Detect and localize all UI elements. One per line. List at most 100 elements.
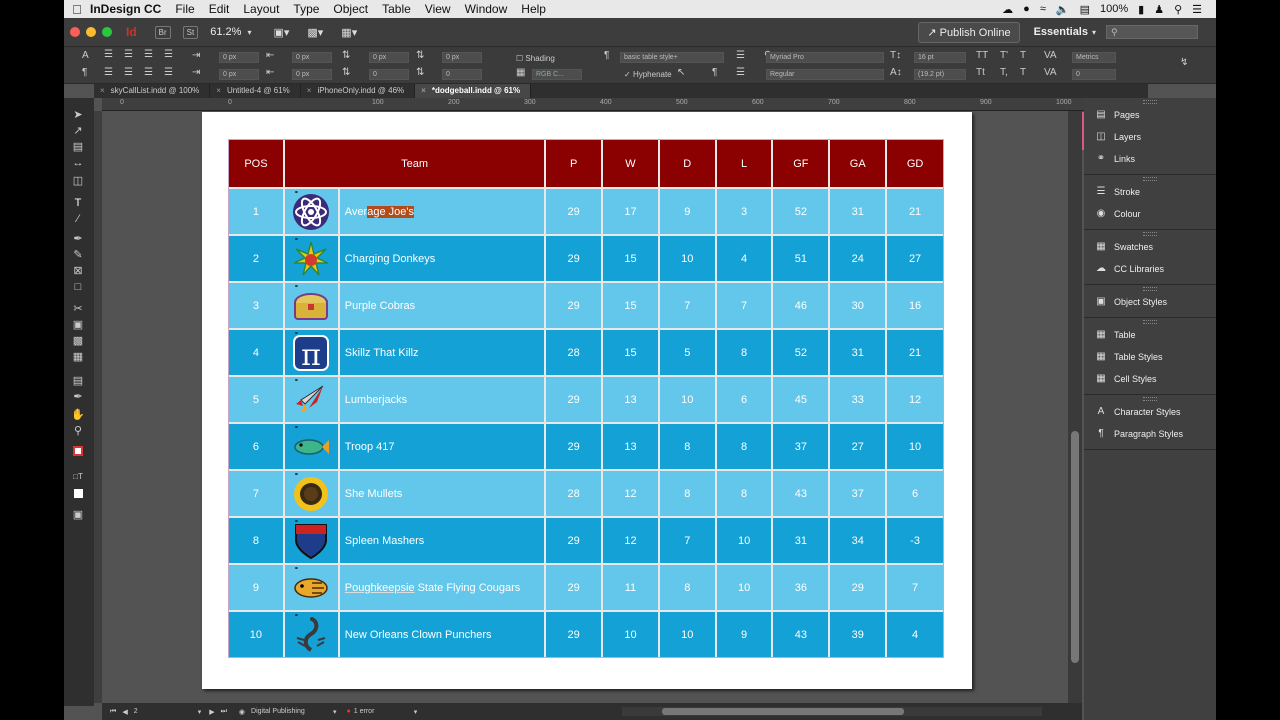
paragraph-style-select[interactable]: basic table style+ xyxy=(620,52,724,63)
cell-ga[interactable]: 31 xyxy=(830,328,888,375)
cell-logo[interactable]: ⚭ xyxy=(284,563,340,610)
cell-team[interactable]: Average Joe's xyxy=(339,187,547,234)
cell-gd[interactable]: 10 xyxy=(887,422,943,469)
selection-tool-icon[interactable]: ➤ xyxy=(70,108,86,122)
cell-l[interactable]: 3 xyxy=(716,187,774,234)
cell-d[interactable]: 8 xyxy=(659,469,717,516)
previous-page-icon[interactable]: ◀ xyxy=(122,708,127,716)
next-page-icon[interactable]: ▶ xyxy=(209,708,214,716)
cell-l[interactable]: 10 xyxy=(716,563,774,610)
error-count[interactable]: 1 error xyxy=(354,708,414,715)
cell-ga[interactable]: 37 xyxy=(830,469,888,516)
publish-online-button[interactable]: ↗ Publish Online xyxy=(918,21,1020,43)
table-row[interactable]: 2 ⚭ Charging Donkeys 29 15 10 4 51 24 27 xyxy=(229,234,943,281)
link-icon[interactable]: ⚭ xyxy=(294,565,299,572)
content-collector-icon[interactable]: ◫ xyxy=(70,174,86,188)
menu-table[interactable]: Table xyxy=(382,2,411,16)
rectangle-frame-tool-icon[interactable]: ⊠ xyxy=(70,264,86,278)
cell-gd[interactable]: 21 xyxy=(887,328,943,375)
cell-team[interactable]: Purple Cobras xyxy=(339,281,547,328)
cell-pos[interactable]: 7 xyxy=(229,469,285,516)
view-options-icon[interactable]: ▣▾ xyxy=(273,26,289,39)
cell-pos[interactable]: 3 xyxy=(229,281,285,328)
rectangle-tool-icon[interactable]: □ xyxy=(70,280,86,294)
rocket-logo-icon[interactable] xyxy=(291,380,331,420)
panel-layers[interactable]: ◫ Layers xyxy=(1084,126,1216,148)
cell-pos[interactable]: 1 xyxy=(229,187,285,234)
scissors-tool-icon[interactable]: ✂ xyxy=(70,302,86,316)
menu-window[interactable]: Window xyxy=(465,2,508,16)
apply-color-icon[interactable] xyxy=(70,488,86,502)
search-input[interactable]: ⚲ xyxy=(1106,25,1198,39)
menu-edit[interactable]: Edit xyxy=(209,2,230,16)
shading-color-field[interactable]: RGB C... xyxy=(532,69,582,80)
cell-d[interactable]: 8 xyxy=(659,422,717,469)
cell-w[interactable]: 15 xyxy=(603,234,660,281)
header-gd[interactable]: GD xyxy=(887,140,943,187)
table-row[interactable]: 5 ⚭ Lumberjacks 29 13 10 6 45 33 12 xyxy=(229,375,943,422)
cell-team[interactable]: Skillz That Killz xyxy=(339,328,547,375)
table-row[interactable]: 4 ⚭ π Skillz That Killz 28 15 5 8 52 31 21 xyxy=(229,328,943,375)
bullets-icon[interactable]: ☰ xyxy=(736,50,745,61)
paragraph-mode-icon[interactable]: ¶ xyxy=(82,67,87,78)
tab-untitled-4[interactable]: × Untitled-4 @ 61% xyxy=(210,84,301,98)
link-icon[interactable]: ⚭ xyxy=(294,189,299,196)
chevron-down-icon[interactable]: ▾ xyxy=(198,708,202,716)
cell-gd[interactable]: 7 xyxy=(887,563,943,610)
zoom-window-icon[interactable] xyxy=(102,27,112,37)
cell-logo[interactable]: ⚭ π xyxy=(284,328,340,375)
scroll-thumb[interactable] xyxy=(662,708,904,715)
table-row[interactable]: 10 ⚭ New Orleans Clown Punchers 29 10 10 9 43 39… xyxy=(229,610,943,657)
tracking-field[interactable]: 0 xyxy=(1072,69,1116,80)
hyphenate-checkbox[interactable]: ✓ Hyphenate xyxy=(624,68,672,80)
first-page-icon[interactable]: ⏮ xyxy=(110,708,116,716)
cell-gf[interactable]: 51 xyxy=(773,234,831,281)
menu-view[interactable]: View xyxy=(425,2,451,16)
link-icon[interactable]: ⚭ xyxy=(294,236,299,243)
cell-l[interactable]: 10 xyxy=(716,516,774,563)
cell-pos[interactable]: 6 xyxy=(229,422,285,469)
cell-gf[interactable]: 46 xyxy=(773,281,831,328)
cell-p[interactable]: 29 xyxy=(546,375,604,422)
zoom-level[interactable]: 61.2% xyxy=(210,26,241,38)
cell-gf[interactable]: 37 xyxy=(773,422,831,469)
cell-gd[interactable]: 21 xyxy=(887,187,943,234)
font-size-field[interactable]: 16 pt xyxy=(914,52,966,63)
stock-button[interactable]: St xyxy=(182,25,199,39)
direct-selection-tool-icon[interactable]: ↗ xyxy=(70,124,86,138)
cell-ga[interactable]: 31 xyxy=(830,187,888,234)
cell-w[interactable]: 15 xyxy=(603,328,660,375)
scorpion-logo-icon[interactable] xyxy=(291,615,331,655)
league-table[interactable]: POS Team P W D L GF GA GD 1 ⚭ Average Joe'… xyxy=(228,139,944,658)
cell-team[interactable]: Charging Donkeys xyxy=(339,234,547,281)
cell-logo[interactable]: ⚭ xyxy=(284,281,340,328)
minimize-window-icon[interactable] xyxy=(86,27,96,37)
cell-gf[interactable]: 43 xyxy=(773,469,831,516)
underline-icon[interactable]: T xyxy=(1020,50,1026,61)
cell-w[interactable]: 13 xyxy=(603,375,660,422)
all-caps-icon[interactable]: TT xyxy=(976,50,988,61)
cell-p[interactable]: 28 xyxy=(546,328,604,375)
cell-l[interactable]: 4 xyxy=(716,234,774,281)
cell-pos[interactable]: 4 xyxy=(229,328,285,375)
volume-icon[interactable]: 🔈 xyxy=(1056,3,1070,16)
panel-paragraph-styles[interactable]: ¶ Paragraph Styles xyxy=(1084,423,1216,445)
pasteboard[interactable]: POS Team P W D L GF GA GD 1 ⚭ Average Joe'… xyxy=(102,111,1132,703)
keyboard-icon[interactable]: ▤ xyxy=(1080,3,1090,16)
align-towards-spine-icon[interactable]: ☰ xyxy=(164,49,173,60)
scroll-thumb[interactable] xyxy=(1071,431,1079,663)
header-w[interactable]: W xyxy=(603,140,660,187)
space-before-field[interactable]: 0 px xyxy=(369,52,409,63)
superscript-icon[interactable]: T' xyxy=(1000,50,1008,61)
cell-l[interactable]: 8 xyxy=(716,469,774,516)
header-team[interactable]: Team xyxy=(284,140,547,187)
header-gf[interactable]: GF xyxy=(773,140,831,187)
table-row[interactable]: 1 ⚭ Average Joe's 29 17 9 3 52 31 21 xyxy=(229,187,943,234)
cell-gd[interactable]: 12 xyxy=(887,375,943,422)
cell-d[interactable]: 10 xyxy=(659,610,717,657)
cell-gf[interactable]: 36 xyxy=(773,563,831,610)
screen-mode-icon[interactable]: ▩▾ xyxy=(307,26,323,39)
left-indent-field[interactable]: 0 px xyxy=(219,52,259,63)
zoom-tool-icon[interactable]: ⚲ xyxy=(70,424,86,438)
font-family-select[interactable]: Myriad Pro xyxy=(766,52,884,63)
